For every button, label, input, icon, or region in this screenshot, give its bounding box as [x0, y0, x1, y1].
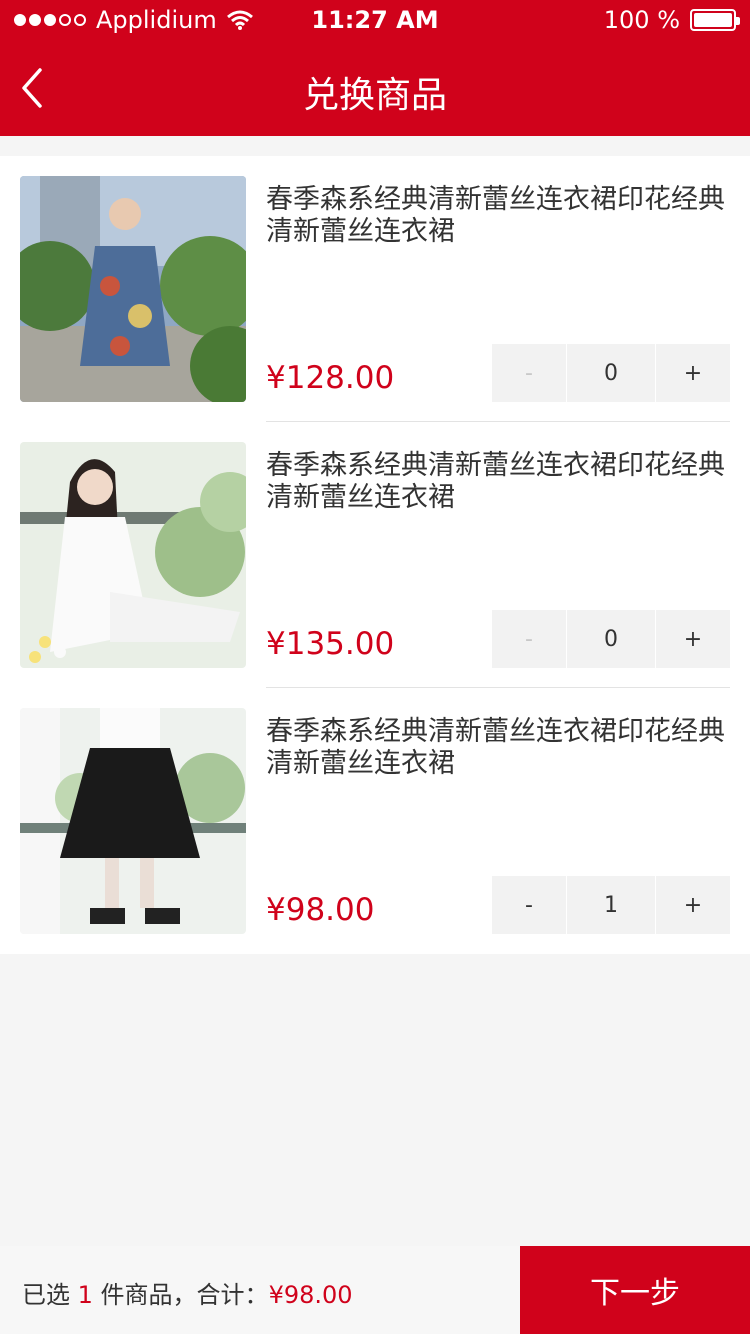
- header: Applidium 11:27 AM 100 % 兑换商品: [0, 0, 750, 136]
- product-name[interactable]: 春季森系经典清新蕾丝连衣裙印花经典清新蕾丝连衣裙: [266, 184, 726, 248]
- battery-icon: [690, 9, 740, 31]
- decrease-button[interactable]: -: [492, 344, 566, 402]
- product-item[interactable]: 春季森系经典清新蕾丝连衣裙印花经典清新蕾丝连衣裙 ¥98.00 - 1 +: [20, 688, 730, 954]
- quantity-value: 0: [566, 344, 656, 402]
- status-right: 100 %: [603, 6, 740, 34]
- quantity-value: 1: [566, 876, 656, 934]
- product-name[interactable]: 春季森系经典清新蕾丝连衣裙印花经典清新蕾丝连衣裙: [266, 450, 726, 514]
- product-price: ¥98.00: [266, 892, 375, 928]
- product-price: ¥135.00: [266, 626, 395, 662]
- status-bar: Applidium 11:27 AM 100 %: [0, 0, 750, 40]
- product-price: ¥128.00: [266, 360, 395, 396]
- increase-button[interactable]: +: [656, 610, 730, 668]
- product-image[interactable]: [20, 708, 246, 934]
- product-item[interactable]: 春季森系经典清新蕾丝连衣裙印花经典清新蕾丝连衣裙 ¥128.00 - 0 +: [20, 156, 730, 422]
- product-name[interactable]: 春季森系经典清新蕾丝连衣裙印花经典清新蕾丝连衣裙: [266, 716, 726, 780]
- nav-bar: 兑换商品: [0, 40, 750, 136]
- decrease-button[interactable]: -: [492, 610, 566, 668]
- total-price: ¥98.00: [268, 1281, 353, 1309]
- checkout-bar: 已选 1 件商品，合计：¥98.00 下一步: [0, 1246, 750, 1334]
- quantity-value: 0: [566, 610, 656, 668]
- selection-summary: 已选 1 件商品，合计：¥98.00: [22, 1275, 353, 1310]
- product-image[interactable]: [20, 442, 246, 668]
- selected-count: 1: [77, 1281, 93, 1309]
- quantity-stepper: - 0 +: [492, 610, 730, 668]
- battery-label: 100 %: [603, 6, 680, 34]
- product-image[interactable]: [20, 176, 246, 402]
- quantity-stepper: - 1 +: [492, 876, 730, 934]
- product-item[interactable]: 春季森系经典清新蕾丝连衣裙印花经典清新蕾丝连衣裙 ¥135.00 - 0 +: [20, 422, 730, 688]
- increase-button[interactable]: +: [656, 876, 730, 934]
- summary-middle: 件商品，合计：: [92, 1281, 269, 1309]
- quantity-stepper: - 0 +: [492, 344, 730, 402]
- increase-button[interactable]: +: [656, 344, 730, 402]
- page-title: 兑换商品: [302, 75, 447, 116]
- product-list: 春季森系经典清新蕾丝连衣裙印花经典清新蕾丝连衣裙 ¥128.00 - 0 + 春…: [0, 156, 750, 954]
- decrease-button[interactable]: -: [492, 876, 566, 934]
- next-step-button[interactable]: 下一步: [520, 1246, 750, 1334]
- summary-prefix: 已选: [22, 1281, 78, 1309]
